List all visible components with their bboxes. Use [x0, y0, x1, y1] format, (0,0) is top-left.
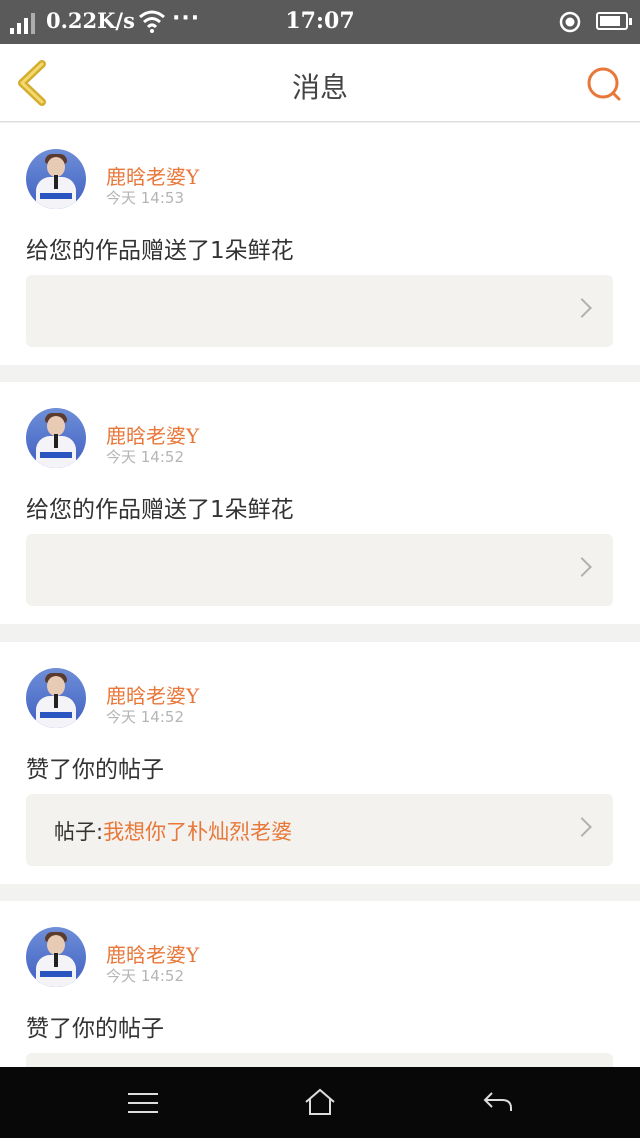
message-text: 赞了你的帖子: [26, 757, 164, 783]
status-time: 17:07: [285, 8, 355, 34]
message-card: 鹿晗老婆Y 今天 14:52 赞了你的帖子 帖子:我想你了朴灿烈老婆: [0, 642, 640, 884]
reference-box[interactable]: [26, 534, 613, 606]
message-card: 鹿晗老婆Y 今天 14:52 给您的作品赠送了1朵鲜花: [0, 382, 640, 624]
nav-bar: 消息: [0, 44, 640, 122]
timestamp: 今天 14:52: [106, 708, 184, 726]
avatar[interactable]: [26, 408, 86, 468]
avatar[interactable]: [26, 668, 86, 728]
avatar[interactable]: [26, 927, 86, 987]
username[interactable]: 鹿晗老婆Y: [106, 680, 199, 709]
username[interactable]: 鹿晗老婆Y: [106, 420, 199, 449]
username[interactable]: 鹿晗老婆Y: [106, 939, 199, 968]
reference-link: 我想你了朴灿烈老婆: [103, 820, 293, 844]
avatar[interactable]: [26, 149, 86, 209]
chevron-right-icon: [572, 298, 592, 318]
message-card: 鹿晗老婆Y 今天 14:53 给您的作品赠送了1朵鲜花: [0, 123, 640, 365]
status-bar: 0.22K/s ··· 17:07: [0, 0, 640, 44]
chevron-right-icon: [572, 817, 592, 837]
reference-box[interactable]: 帖子:我想你了朴灿烈老婆: [26, 794, 613, 866]
timestamp: 今天 14:52: [106, 448, 184, 466]
username[interactable]: 鹿晗老婆Y: [106, 161, 199, 190]
back-icon[interactable]: [482, 1089, 514, 1119]
location-icon: [558, 10, 582, 38]
home-icon[interactable]: [303, 1087, 337, 1121]
menu-icon[interactable]: [128, 1093, 158, 1115]
battery-icon: [596, 12, 632, 30]
message-text: 赞了你的帖子: [26, 1016, 164, 1042]
reference-text: 帖子:我想你了朴灿烈老婆: [54, 816, 292, 846]
chevron-right-icon: [572, 557, 592, 577]
battery-fill: [600, 16, 621, 26]
message-text: 给您的作品赠送了1朵鲜花: [26, 238, 294, 264]
system-navigation-bar: [0, 1067, 640, 1138]
message-text: 给您的作品赠送了1朵鲜花: [26, 497, 294, 523]
reference-label: 帖子:: [54, 820, 104, 844]
page-title: 消息: [291, 71, 348, 104]
timestamp: 今天 14:53: [106, 189, 184, 207]
timestamp: 今天 14:52: [106, 967, 184, 985]
reference-box[interactable]: [26, 275, 613, 347]
search-icon[interactable]: [584, 64, 624, 104]
